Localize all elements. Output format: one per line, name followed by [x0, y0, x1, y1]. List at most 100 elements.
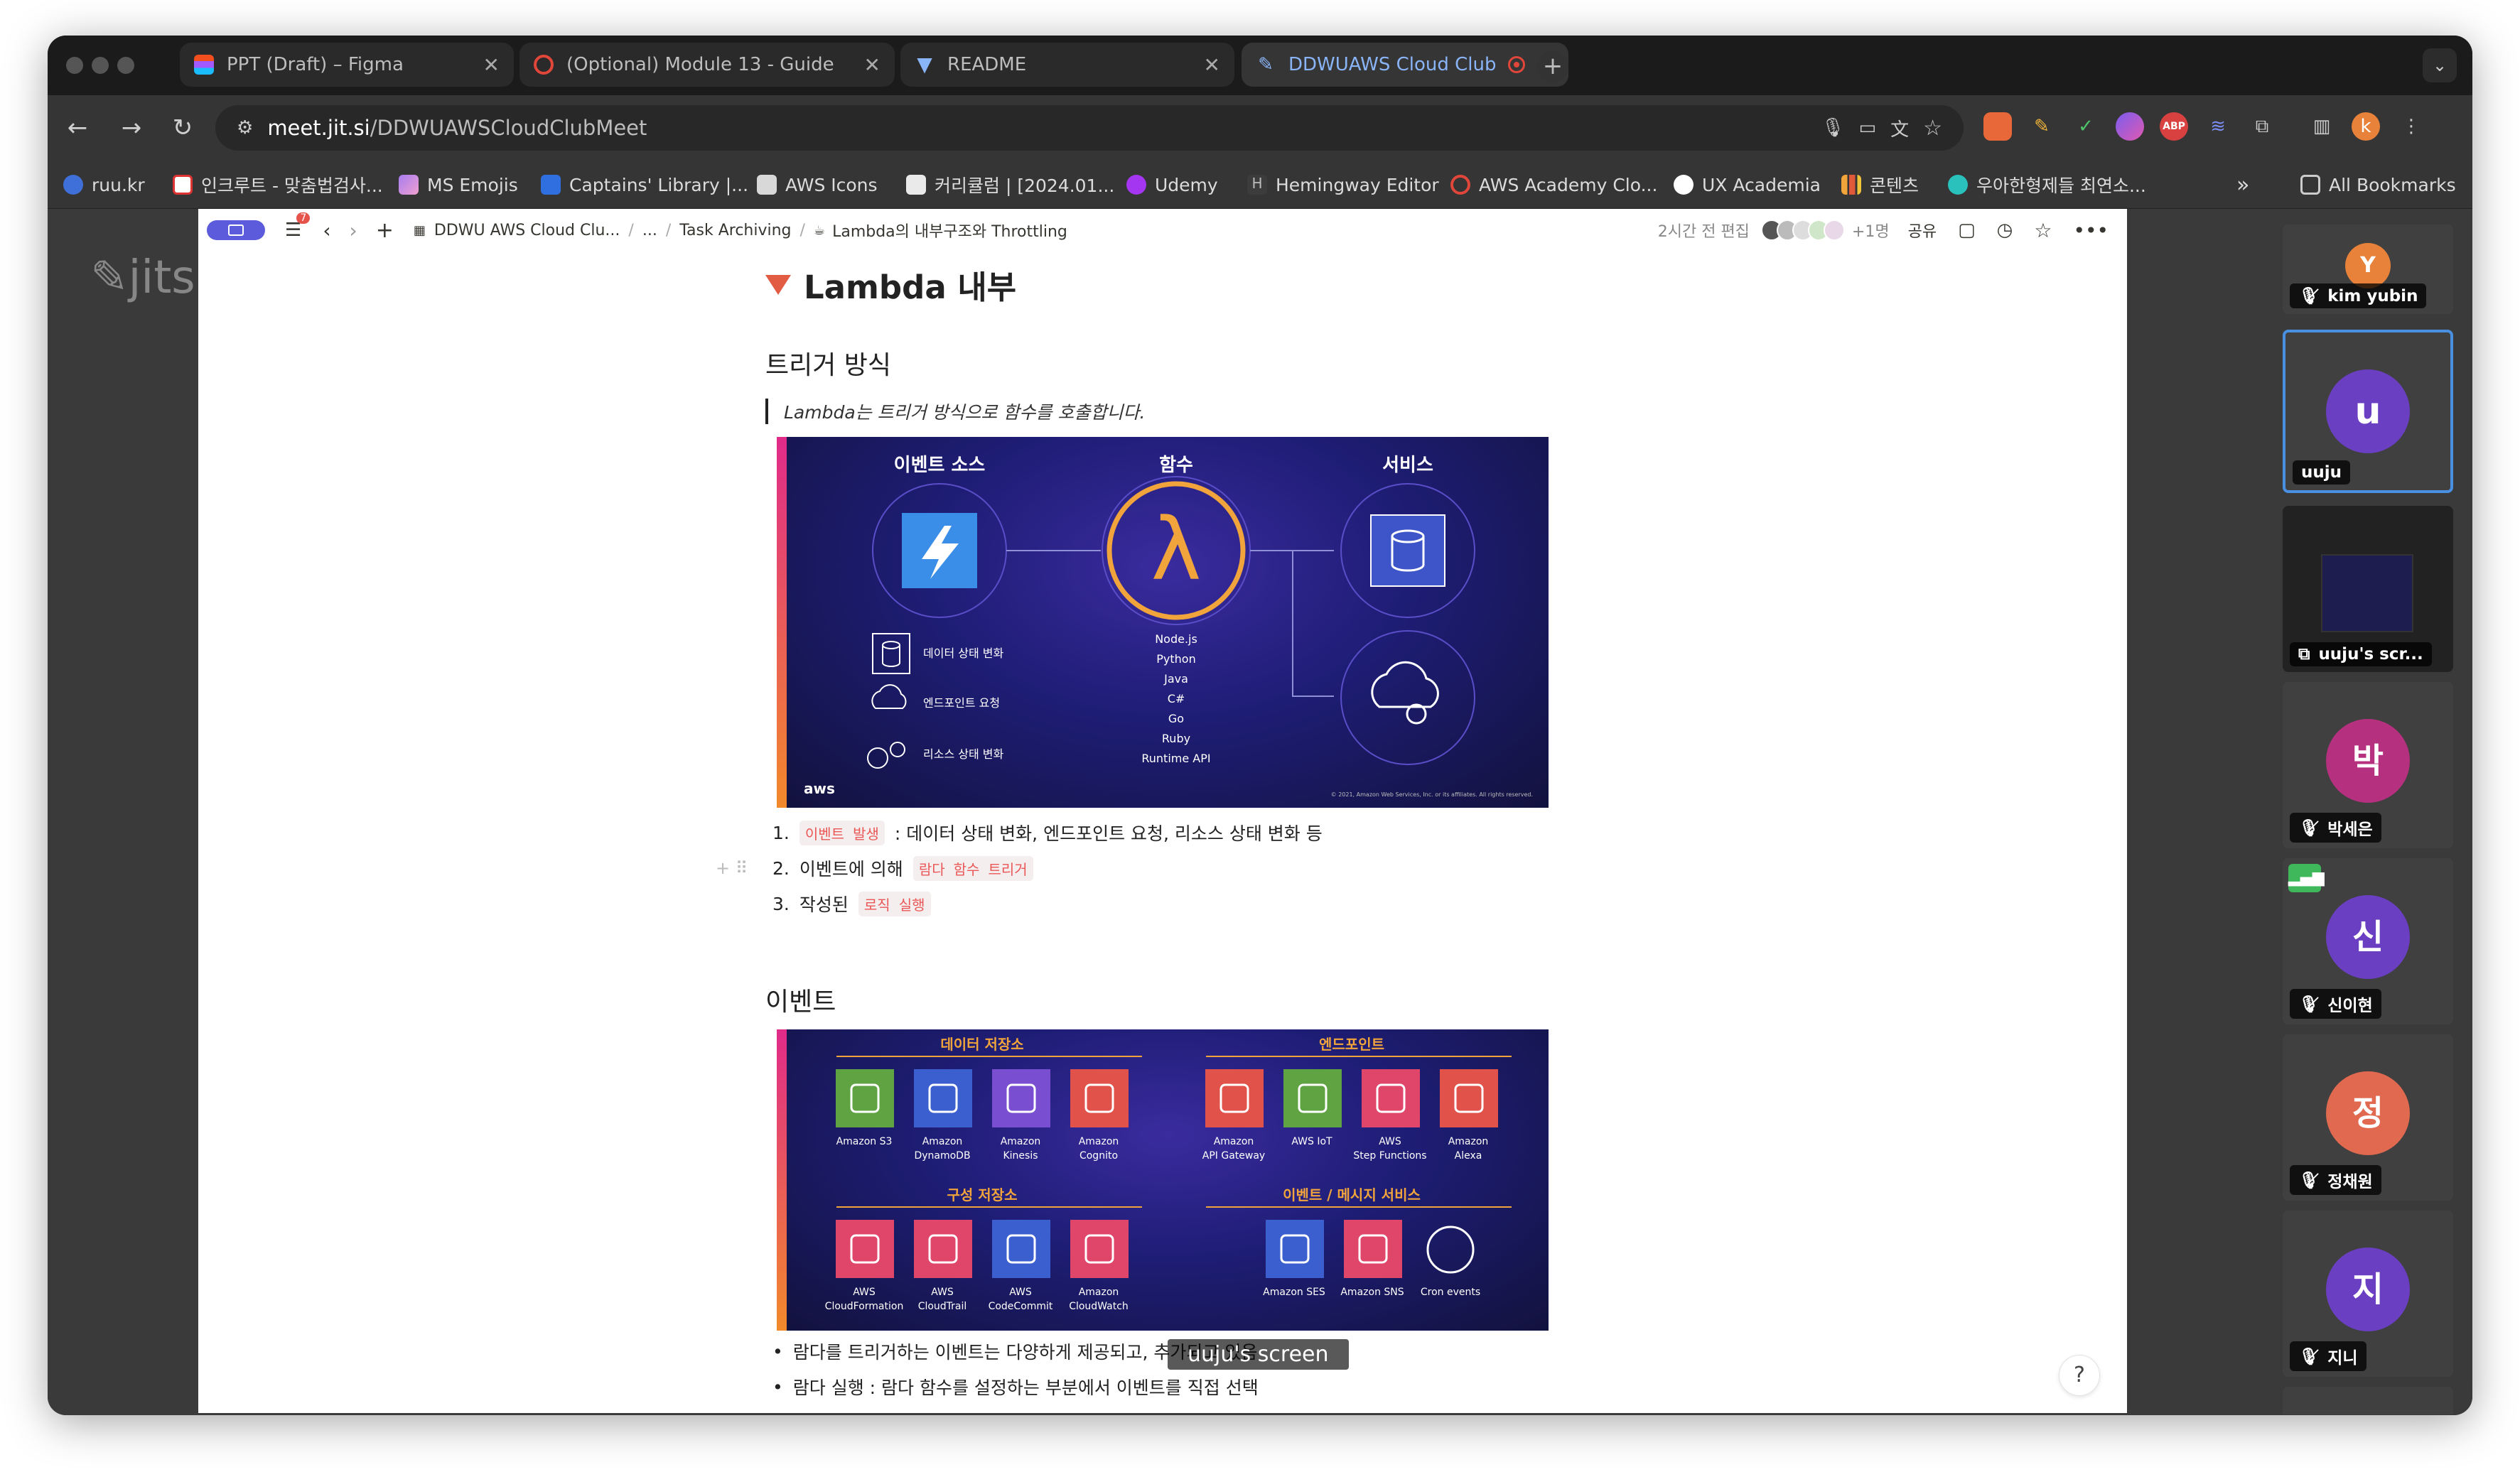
all-bookmarks-button[interactable]: All Bookmarks — [2300, 169, 2456, 200]
participant-tile-jini[interactable]: 지 🎙︎̸ 지니 — [2283, 1211, 2453, 1377]
help-button[interactable]: ? — [2059, 1355, 2100, 1396]
forward-icon[interactable]: › — [350, 219, 357, 242]
drag-handle-icon[interactable]: + ⠿ — [716, 858, 748, 878]
bookmark-hemingway[interactable]: H Hemingway Editor — [1247, 169, 1439, 200]
mic-muted-icon: 🎙︎̸ — [2298, 287, 2320, 305]
close-tab-icon[interactable]: ✕ — [483, 53, 500, 77]
plane-icon — [906, 175, 926, 195]
close-tab-icon[interactable]: ✕ — [1204, 53, 1220, 77]
mic-muted-icon: 🎙︎̸ — [2298, 995, 2320, 1014]
collaborator-avatars[interactable] — [1760, 220, 1845, 241]
bookmark-udemy[interactable]: Udemy — [1126, 169, 1218, 200]
address-bar[interactable]: ⚙ meet.jit.si/DDWUAWSCloudClubMeet 🎙 ▭ 文… — [215, 105, 1964, 151]
avatar: 정 — [2326, 1071, 2410, 1155]
participant-tile-partial[interactable] — [2283, 1387, 2453, 1414]
breadcrumb-current-page[interactable]: Lambda의 내부구조와 Throttling — [832, 219, 1067, 242]
translate-icon[interactable]: 文 — [1890, 115, 1909, 141]
runtime-label: Python — [1156, 652, 1195, 666]
extension-wave-icon[interactable]: ≋ — [2204, 112, 2232, 141]
tab-readme[interactable]: ▼ README ✕ — [900, 43, 1234, 87]
cast-icon[interactable]: ▭ — [1859, 117, 1877, 139]
history-icon[interactable]: ◷ — [1997, 220, 2013, 241]
zoom-window-button[interactable] — [117, 57, 134, 74]
runtime-label: Ruby — [1162, 732, 1190, 745]
extension-palette-icon[interactable] — [2116, 112, 2144, 141]
participant-tile-uuju-screen[interactable]: ⧉ uuju's scr... — [2283, 506, 2453, 672]
aws-service-label: CloudFormation — [825, 1301, 904, 1312]
aws-service-label: DynamoDB — [914, 1150, 970, 1162]
back-button[interactable]: ← — [60, 111, 95, 145]
bookmark-contents[interactable]: 콘텐츠 — [1841, 169, 1919, 200]
list-item: + ⠿ 2. 이벤트에 의해 람다 함수 트리거 — [716, 850, 1561, 886]
extensions-puzzle-icon[interactable]: ⧉ — [2248, 112, 2276, 141]
breadcrumb-ellipsis[interactable]: ... — [642, 222, 657, 239]
comment-icon[interactable]: ▢ — [1958, 220, 1976, 241]
favorite-star-icon[interactable]: ☆ — [2034, 219, 2052, 242]
bookmark-ms-emojis[interactable]: MS Emojis — [399, 169, 518, 200]
bookmark-incruit[interactable]: 인크루트 - 맞춤법검사... — [173, 169, 383, 200]
minimize-window-button[interactable] — [92, 57, 109, 74]
tab-jitsi-meet[interactable]: ✎ DDWUAWS Cloud Club M ✕ — [1242, 43, 1568, 87]
aws-service-icon — [914, 1220, 972, 1278]
bookmark-aws-academy[interactable]: AWS Academy Clo... — [1450, 169, 1657, 200]
aws-service-label: AWS — [853, 1287, 876, 1298]
close-tab-icon[interactable]: ✕ — [864, 53, 881, 77]
bookmark-curriculum[interactable]: 커리큘럼 | [2024.01... — [906, 169, 1114, 200]
forward-button[interactable]: → — [114, 111, 149, 145]
bookmark-ux-academia[interactable]: UX Academia — [1674, 169, 1821, 200]
aws-service-label: Amazon — [1001, 1136, 1041, 1147]
bookmark-woowa[interactable]: 우아한형제들 최연소... — [1948, 169, 2146, 200]
extra-users-count[interactable]: +1명 — [1852, 219, 1890, 242]
breadcrumb-workspace[interactable]: DDWU AWS Cloud Clu... — [434, 222, 620, 239]
event-sources-slide: 데이터 저장소 Amazon S3 Amazon DynamoDB Amazon Kine… — [777, 1029, 1549, 1331]
tab-figma[interactable]: PPT (Draft) – Figma ✕ — [180, 43, 514, 87]
notion-sidebar-toggle[interactable] — [207, 220, 265, 240]
bookmark-aws-icons[interactable]: AWS Icons — [757, 169, 878, 200]
breadcrumb-task-archiving[interactable]: Task Archiving — [679, 222, 791, 239]
aws-logo: aws — [804, 780, 835, 797]
extension-adblock-icon[interactable]: ABP — [2160, 112, 2188, 141]
tab-module-13[interactable]: (Optional) Module 13 - Guide ✕ — [519, 43, 895, 87]
mic-muted-icon: 🎙︎̸ — [2298, 1171, 2320, 1190]
close-window-button[interactable] — [66, 57, 83, 74]
more-options-icon[interactable]: ••• — [2073, 219, 2109, 242]
microphone-icon[interactable]: 🎙 — [1821, 117, 1844, 139]
aws-service-icon — [1362, 1069, 1420, 1127]
screen-share-caption: uuju's screen — [1168, 1339, 1349, 1370]
bookmark-ruu[interactable]: ruu.kr — [63, 169, 145, 200]
event-notes-list: • 람다를 트리거하는 이벤트는 다양하게 제공되고, 추가되고 있음 • 람다 실… — [765, 1333, 1561, 1414]
bookmark-star-icon[interactable]: ☆ — [1923, 116, 1942, 141]
browser-window: PPT (Draft) – Figma ✕ (Optional) Module … — [48, 36, 2472, 1415]
share-button[interactable]: 공유 — [1908, 219, 1937, 242]
more-bookmarks-button[interactable]: » — [2236, 169, 2249, 200]
reload-button[interactable]: ↻ — [166, 111, 200, 145]
aws-service-icon — [836, 1069, 894, 1127]
box-icon — [541, 175, 561, 195]
tab-search-button[interactable]: ⌄ — [2423, 48, 2457, 82]
toggle-triangle-icon[interactable] — [765, 274, 791, 295]
bookmark-captains-library[interactable]: Captains' Library |... — [541, 169, 748, 200]
new-tab-button[interactable]: + — [1537, 51, 1568, 82]
side-panel-icon[interactable]: ▥ — [2308, 112, 2336, 141]
emoji-icon — [399, 175, 419, 195]
figma-icon — [194, 55, 214, 75]
participant-tile-park-seeun[interactable]: 박 🎙︎̸ 박세은 — [2283, 682, 2453, 848]
extension-calendar-icon[interactable] — [1983, 112, 2012, 141]
site-info-icon[interactable]: ⚙ — [237, 117, 253, 139]
notion-page-body: Lambda 내부 트리거 방식 Lambda는 트리거 방식으로 함수를 호출… — [716, 259, 1561, 1414]
participant-tile-uuju[interactable]: u uuju — [2283, 330, 2453, 493]
participant-tile-shin-ihyun[interactable]: ▂▄▆ 신 🎙︎̸ 신이현 — [2283, 858, 2453, 1024]
add-page-icon[interactable]: + — [376, 218, 394, 243]
browser-menu-icon[interactable]: ⋮ — [2397, 112, 2425, 141]
notification-icon[interactable]: ☰ 7 — [285, 212, 311, 241]
participant-tile-jung-chaewon[interactable]: 정 🎙︎̸ 정채원 — [2283, 1034, 2453, 1201]
participant-tile-kim-yubin[interactable]: Y 🎙︎̸ kim yubin — [2283, 224, 2453, 314]
extension-check-icon[interactable]: ✓ — [2072, 112, 2100, 141]
cloud-gear-icon — [1371, 661, 1439, 708]
list-item: • 람다를 트리거하는 이벤트는 다양하게 제공되고, 추가되고 있음 — [772, 1341, 1258, 1363]
extension-pen-icon[interactable]: ✎ — [2028, 112, 2056, 141]
profile-avatar[interactable]: k — [2352, 112, 2380, 141]
back-icon[interactable]: ‹ — [323, 219, 330, 242]
runtime-label: Java — [1163, 672, 1188, 686]
data-state-icon — [872, 633, 910, 674]
